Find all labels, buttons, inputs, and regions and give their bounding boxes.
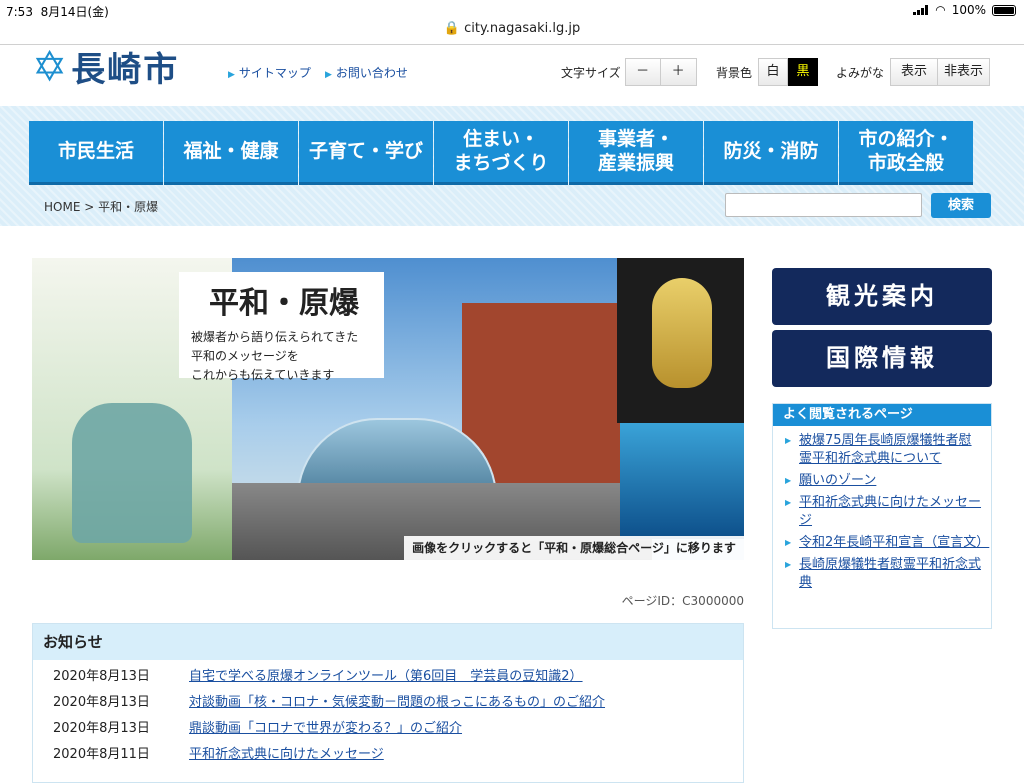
sitemap-link[interactable]: ▶ サイトマップ: [228, 64, 311, 81]
fat-man-model: [652, 278, 712, 388]
nav-citizen-life[interactable]: 市民生活: [29, 121, 163, 185]
address-bar[interactable]: 🔒 city.nagasaki.lg.jp: [0, 21, 1024, 36]
font-size-label: 文字サイズ: [561, 65, 621, 80]
furigana-label: よみがな: [836, 65, 885, 80]
wifi-icon: ◠: [935, 3, 946, 17]
status-right: ◠ 100%: [913, 3, 1016, 17]
search-input[interactable]: [725, 193, 922, 217]
top-links: ▶ サイトマップ ▶ お問い合わせ: [228, 64, 408, 81]
notice-link[interactable]: 平和祈念式典に向けたメッセージ: [189, 742, 384, 768]
furigana-hide-button[interactable]: 非表示: [938, 58, 991, 86]
notice-row: 2020年8月13日 鼎談動画「コロナで世界が変わる？」のご紹介: [33, 716, 743, 742]
breadcrumb: HOME > 平和・原爆: [44, 200, 159, 214]
page-id: ページID：C3000000: [621, 594, 744, 608]
triangle-icon: ▶: [324, 70, 332, 80]
notice-link[interactable]: 対談動画「核・コロナ・気候変動－問題の根っこにあるもの」のご紹介: [189, 690, 605, 716]
status-time: 7:53 8月14日(金): [6, 5, 109, 19]
notice-heading: お知らせ: [33, 624, 743, 660]
tourism-button[interactable]: 観光案内: [772, 268, 992, 325]
notice-link[interactable]: 鼎談動画「コロナで世界が変わる？」のご紹介: [189, 716, 462, 742]
nav-city-info[interactable]: 市の紹介・ 市政全般: [839, 121, 973, 185]
hero-subtitle: 被爆者から語り伝えられてきた 平和のメッセージを これからも伝えていきます: [191, 330, 359, 382]
hero-banner[interactable]: 平和・原爆 被爆者から語り伝えられてきた 平和のメッセージを これからも伝えてい…: [32, 258, 744, 560]
notice-row: 2020年8月13日 自宅で学べる原爆オンラインツール（第6回目 学芸員の豆知識2…: [33, 664, 743, 690]
breadcrumb-home[interactable]: HOME: [44, 200, 80, 214]
breadcrumb-current: 平和・原爆: [98, 200, 159, 214]
url-text: city.nagasaki.lg.jp: [464, 21, 581, 36]
nav-disaster[interactable]: 防災・消防: [704, 121, 838, 185]
nav-welfare[interactable]: 福祉・健康: [164, 121, 298, 185]
popular-item[interactable]: 被爆75周年長崎原爆犠牲者慰霊平和祈念式典について: [785, 432, 983, 468]
bg-color-label: 背景色: [716, 65, 753, 80]
mushroom-cloud-screen: [620, 423, 744, 539]
star-logo-icon: ✡: [32, 41, 68, 91]
popular-item[interactable]: 長崎原爆犠牲者慰霊平和祈念式典: [785, 556, 983, 592]
international-button[interactable]: 国際情報: [772, 330, 992, 387]
popular-item[interactable]: 平和祈念式典に向けたメッセージ: [785, 494, 983, 530]
nav-business[interactable]: 事業者・ 産業振興: [569, 121, 703, 185]
bg-color-control: 背景色 白 黒: [716, 58, 819, 86]
font-size-control: 文字サイズ － ＋: [561, 58, 697, 86]
bg-black-button[interactable]: 黒: [788, 58, 819, 86]
bg-white-button[interactable]: 白: [758, 58, 789, 86]
notice-row: 2020年8月11日 平和祈念式典に向けたメッセージ: [33, 742, 743, 768]
contact-link[interactable]: ▶ お問い合わせ: [325, 64, 408, 81]
font-decrease-button[interactable]: －: [624, 58, 661, 86]
hero-title: 平和・原爆: [209, 286, 359, 321]
site-logo[interactable]: ✡ 長崎市: [32, 42, 179, 91]
font-increase-button[interactable]: ＋: [660, 58, 697, 86]
nav-childcare[interactable]: 子育て・学び: [299, 121, 433, 185]
hero-title-box: 平和・原爆 被爆者から語り伝えられてきた 平和のメッセージを これからも伝えてい…: [179, 272, 384, 382]
popular-heading: よく閲覧されるページ: [773, 404, 991, 426]
nav-housing[interactable]: 住まい・ まちづくり: [434, 121, 568, 185]
popular-item[interactable]: 願いのゾーン: [785, 472, 983, 490]
notice-link[interactable]: 自宅で学べる原爆オンラインツール（第6回目 学芸員の豆知識2）: [189, 664, 583, 690]
peace-statue-image: [72, 403, 192, 543]
furigana-control: よみがな 表示 非表示: [836, 58, 991, 86]
search-button[interactable]: 検索: [931, 193, 991, 218]
furigana-show-button[interactable]: 表示: [890, 58, 939, 86]
notice-panel: お知らせ 2020年8月13日 自宅で学べる原爆オンラインツール（第6回目 学芸員…: [32, 623, 744, 783]
status-bar: 7:53 8月14日(金) 🔒 city.nagasaki.lg.jp ◠ 10…: [0, 0, 1024, 36]
global-nav: 市民生活 福祉・健康 子育て・学び 住まい・ まちづくり 事業者・ 産業振興 防…: [29, 121, 974, 185]
popular-item[interactable]: 令和2年長崎平和宣言（宣言文）: [785, 534, 989, 552]
battery-icon: [992, 4, 1016, 16]
battery-percent: 100%: [951, 3, 986, 17]
hero-caption: 画像をクリックすると「平和・原爆総合ページ」に移ります: [404, 536, 744, 560]
signal-icon: [913, 5, 929, 15]
triangle-icon: ▶: [228, 70, 235, 80]
logo-text: 長崎市: [71, 50, 180, 90]
notice-row: 2020年8月13日 対談動画「核・コロナ・気候変動－問題の根っこにあるもの」のご…: [33, 690, 743, 716]
popular-pages: よく閲覧されるページ 被爆75周年長崎原爆犠牲者慰霊平和祈念式典について 願いの…: [772, 403, 992, 629]
